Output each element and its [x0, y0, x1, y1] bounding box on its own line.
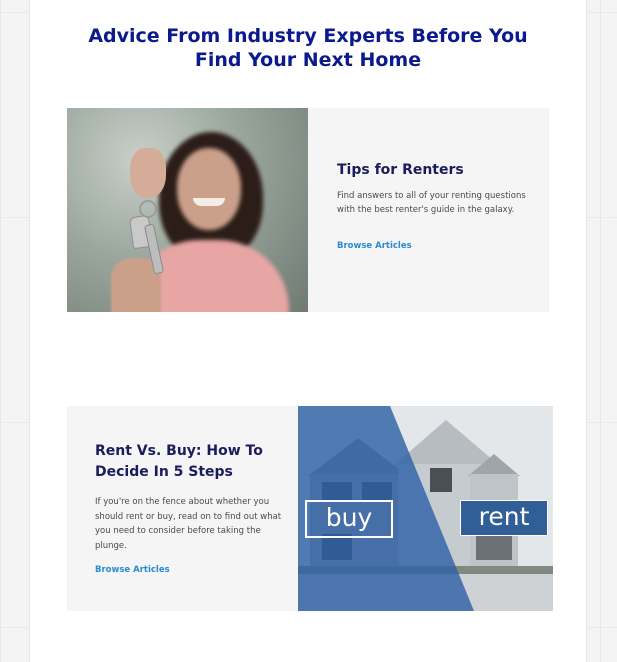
rent-vs-buy-description: If you're on the fence about whether you…	[95, 497, 282, 551]
tips-card-title: Tips for Renters	[337, 162, 464, 178]
tips-card-description: Find answers to all of your renting ques…	[337, 191, 526, 215]
rent-vs-buy-house-image: buy rent	[298, 406, 553, 611]
rent-label: rent	[460, 500, 548, 536]
section-heading-line-2: Find Your Next Home	[194, 49, 422, 71]
tips-browse-articles-link[interactable]: Browse Articles	[337, 240, 412, 252]
content-panel: Advice From Industry Experts Before You …	[29, 0, 587, 662]
section-heading-line-1: Advice From Industry Experts Before You	[88, 25, 528, 47]
section-heading: Advice From Industry Experts Before You …	[30, 24, 586, 72]
woman-holding-keys-photo	[67, 108, 308, 312]
rent-vs-buy-title: Rent Vs. Buy: How To Decide In 5 Steps	[95, 443, 263, 480]
rent-vs-buy-card[interactable]: Rent Vs. Buy: How To Decide In 5 Steps I…	[67, 406, 553, 611]
tips-for-renters-card[interactable]: Tips for Renters Find answers to all of …	[67, 108, 549, 312]
rent-vs-buy-browse-articles-link[interactable]: Browse Articles	[95, 564, 170, 576]
buy-label: buy	[305, 500, 393, 538]
